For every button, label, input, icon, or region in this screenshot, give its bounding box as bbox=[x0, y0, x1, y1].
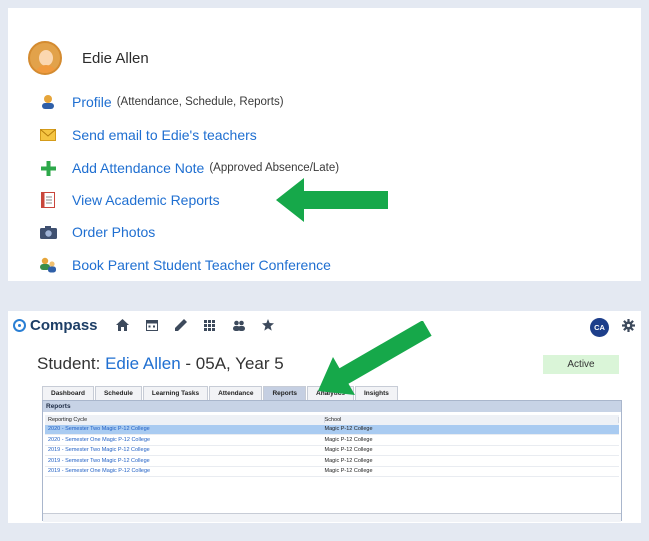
column-header[interactable]: School bbox=[325, 416, 619, 423]
menu-item-profile[interactable]: Profile (Attendance, Schedule, Reports) bbox=[38, 91, 284, 113]
home-icon[interactable] bbox=[114, 316, 132, 334]
nav-icons bbox=[114, 316, 288, 334]
person-icon bbox=[38, 93, 58, 111]
conference-icon bbox=[38, 256, 58, 274]
student-name: Edie Allen bbox=[82, 49, 149, 67]
green-arrow-icon bbox=[318, 321, 432, 396]
grid-icon[interactable] bbox=[201, 316, 219, 334]
menu-item-label: Profile bbox=[72, 94, 112, 110]
tab-schedule[interactable]: Schedule bbox=[94, 386, 142, 400]
tab-learning-tasks[interactable]: Learning Tasks bbox=[142, 386, 209, 400]
report-icon bbox=[38, 191, 58, 209]
report-link[interactable]: 2019 - Semester Two Magic P-12 College bbox=[45, 447, 325, 453]
title-prefix: Student: bbox=[37, 354, 106, 373]
table-row[interactable]: 2019 - Semester Two Magic P-12 College M… bbox=[45, 446, 619, 456]
school-cell: Magic P-12 College bbox=[324, 426, 373, 433]
report-link[interactable]: 2020 - Semester Two Magic P-12 College bbox=[45, 426, 325, 432]
menu-item-sub: (Approved Absence/Late) bbox=[209, 162, 340, 174]
menu-item-sub: (Attendance, Schedule, Reports) bbox=[116, 96, 284, 108]
avatar bbox=[28, 41, 62, 75]
column-header[interactable]: Reporting Cycle bbox=[45, 416, 325, 423]
table-header-row: Reporting Cycle School bbox=[45, 415, 619, 425]
compass-logo-text: Compass bbox=[30, 316, 98, 334]
table-row[interactable]: 2020 - Semester One Magic P-12 College M… bbox=[45, 435, 619, 446]
report-link[interactable]: 2020 - Semester One Magic P-12 College bbox=[45, 437, 325, 443]
user-avatar-badge[interactable]: CA bbox=[590, 318, 609, 337]
green-arrow-icon bbox=[276, 178, 388, 222]
camera-icon bbox=[38, 223, 58, 241]
table-row[interactable]: 2020 - Semester Two Magic P-12 College M… bbox=[45, 424, 619, 435]
status-badge: Active bbox=[543, 355, 619, 374]
tab-reports[interactable]: Reports bbox=[263, 386, 307, 400]
student-header: Edie Allen bbox=[28, 39, 149, 77]
menu-item-label: View Academic Reports bbox=[72, 192, 220, 208]
menu-item-label: Order Photos bbox=[72, 224, 156, 240]
school-cell: Magic P-12 College bbox=[324, 468, 373, 475]
school-cell: Magic P-12 College bbox=[324, 436, 373, 443]
school-cell: Magic P-12 College bbox=[324, 447, 373, 454]
student-menu-card: Edie Allen Profile (Attendance, Schedule… bbox=[8, 8, 641, 281]
compass-logo-icon bbox=[13, 318, 26, 332]
menu-item-book-conference[interactable]: Book Parent Student Teacher Conference bbox=[38, 254, 331, 276]
star-icon[interactable] bbox=[259, 316, 277, 334]
report-link[interactable]: 2019 - Semester Two Magic P-12 College bbox=[45, 458, 325, 464]
panel-footer bbox=[43, 513, 621, 522]
pencil-icon[interactable] bbox=[172, 316, 190, 334]
table-row[interactable]: 2019 - Semester Two Magic P-12 College M… bbox=[45, 456, 619, 467]
calendar-icon[interactable] bbox=[143, 316, 161, 334]
plus-icon bbox=[38, 159, 58, 177]
title-suffix: - 05A, Year 5 bbox=[180, 354, 284, 373]
table-row[interactable]: 2019 - Semester One Magic P-12 College M… bbox=[45, 467, 619, 477]
menu-item-label: Add Attendance Note bbox=[72, 160, 205, 176]
tab-dashboard[interactable]: Dashboard bbox=[42, 386, 94, 400]
reports-table: Reporting Cycle School 2020 - Semester T… bbox=[45, 415, 619, 477]
menu-item-order-photos[interactable]: Order Photos bbox=[38, 221, 155, 243]
reports-panel-title: Reports bbox=[43, 401, 621, 412]
gear-icon[interactable] bbox=[622, 319, 635, 335]
page-title: Student: Edie Allen - 05A, Year 5 bbox=[37, 354, 284, 374]
menu-item-email-teachers[interactable]: Send email to Edie's teachers bbox=[38, 124, 257, 146]
title-student-name[interactable]: Edie Allen bbox=[105, 354, 181, 373]
tab-attendance[interactable]: Attendance bbox=[209, 386, 263, 400]
people-icon[interactable] bbox=[230, 316, 248, 334]
envelope-icon bbox=[38, 126, 58, 144]
reports-panel: Reports Reporting Cycle School 2020 - Se… bbox=[42, 400, 622, 522]
report-link[interactable]: 2019 - Semester One Magic P-12 College bbox=[45, 468, 325, 474]
menu-item-label: Book Parent Student Teacher Conference bbox=[72, 257, 331, 273]
school-cell: Magic P-12 College bbox=[324, 457, 373, 464]
compass-screenshot: Compass CA Student: Edie Allen - 05A, Ye… bbox=[8, 311, 641, 523]
menu-item-label: Send email to Edie's teachers bbox=[72, 127, 257, 143]
compass-logo[interactable]: Compass bbox=[13, 317, 98, 334]
menu-item-academic-reports[interactable]: View Academic Reports bbox=[38, 189, 220, 211]
